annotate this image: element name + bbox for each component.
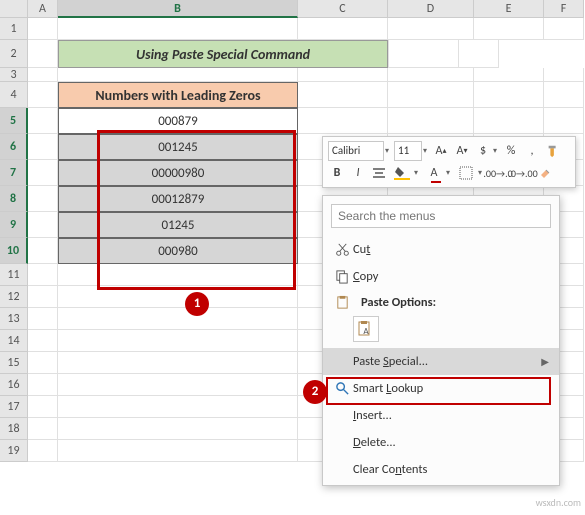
row-header[interactable]: 14 bbox=[0, 330, 28, 352]
title-cell[interactable]: Using Paste Special Command bbox=[58, 40, 388, 68]
menu-insert[interactable]: Insert... bbox=[323, 402, 559, 429]
paste-default-icon[interactable]: A bbox=[353, 316, 379, 342]
menu-label: Smart Lookup bbox=[353, 381, 549, 396]
menu-delete[interactable]: Delete... bbox=[323, 429, 559, 456]
font-color-icon[interactable]: A bbox=[423, 163, 445, 183]
menu-label: Insert... bbox=[353, 408, 549, 423]
currency-icon[interactable]: $ bbox=[474, 141, 492, 161]
row-header[interactable]: 15 bbox=[0, 352, 28, 374]
callout-badge-1: 1 bbox=[185, 292, 209, 316]
context-menu: Cut Copy Paste Options: A Paste Special.… bbox=[322, 195, 560, 486]
row-header[interactable]: 12 bbox=[0, 286, 28, 308]
data-cell[interactable]: 00012879 bbox=[58, 186, 298, 212]
row-header[interactable]: 17 bbox=[0, 396, 28, 418]
search-icon bbox=[331, 381, 353, 396]
font-size-select[interactable]: 11 bbox=[394, 141, 422, 161]
col-header-f[interactable]: F bbox=[544, 0, 584, 18]
mini-toolbar: Calibri▾ 11▾ A▴ A▾ $▾ % , B I ▾ A ▾ ▾ .0… bbox=[322, 136, 576, 188]
data-cell[interactable]: 000980 bbox=[58, 238, 298, 264]
row-header[interactable]: 4 bbox=[0, 82, 28, 108]
copy-icon bbox=[331, 269, 353, 284]
row-header[interactable]: 1 bbox=[0, 18, 28, 40]
menu-copy[interactable]: Copy bbox=[323, 263, 559, 290]
table-header-cell[interactable]: Numbers with Leading Zeros bbox=[58, 82, 298, 108]
row-header[interactable]: 13 bbox=[0, 308, 28, 330]
format-painter-icon[interactable] bbox=[544, 141, 562, 161]
percent-icon[interactable]: % bbox=[502, 141, 520, 161]
borders-icon[interactable] bbox=[455, 163, 477, 183]
increase-font-icon[interactable]: A▴ bbox=[432, 141, 450, 161]
data-cell[interactable]: 01245 bbox=[58, 212, 298, 238]
menu-search[interactable] bbox=[331, 204, 551, 228]
decrease-decimal-icon[interactable]: .00→.0 bbox=[487, 163, 509, 183]
col-header-a[interactable]: A bbox=[28, 0, 58, 18]
menu-label: Paste Options: bbox=[353, 295, 549, 310]
col-header-c[interactable]: C bbox=[298, 0, 388, 18]
align-center-icon[interactable] bbox=[370, 163, 388, 183]
row-header[interactable]: 16 bbox=[0, 374, 28, 396]
bold-button[interactable]: B bbox=[328, 163, 346, 183]
menu-smart-lookup[interactable]: Smart Lookup bbox=[323, 375, 559, 402]
data-cell[interactable]: 001245 bbox=[58, 134, 298, 160]
menu-label: Delete... bbox=[353, 435, 549, 450]
decrease-font-icon[interactable]: A▾ bbox=[453, 141, 471, 161]
row-header[interactable]: 10 bbox=[0, 238, 28, 264]
menu-label: Copy bbox=[353, 269, 549, 284]
col-header-d[interactable]: D bbox=[388, 0, 474, 18]
menu-paste-special[interactable]: Paste Special... ▶ bbox=[323, 348, 559, 375]
menu-label: Cut bbox=[353, 242, 549, 257]
row-header[interactable]: 7 bbox=[0, 160, 28, 186]
chevron-right-icon: ▶ bbox=[541, 355, 549, 368]
font-name-select[interactable]: Calibri bbox=[328, 141, 384, 161]
fill-color-icon[interactable] bbox=[391, 163, 413, 183]
comma-icon[interactable]: , bbox=[523, 141, 541, 161]
select-all-corner[interactable] bbox=[0, 0, 28, 18]
row-header[interactable]: 3 bbox=[0, 68, 28, 82]
data-cell[interactable]: 000879 bbox=[58, 108, 298, 134]
clear-format-icon[interactable] bbox=[537, 163, 555, 183]
menu-label: Clear Contents bbox=[353, 462, 549, 477]
scissors-icon bbox=[331, 242, 353, 257]
menu-paste-options-label: Paste Options: bbox=[323, 290, 559, 314]
data-cell[interactable]: 00000980 bbox=[58, 160, 298, 186]
clipboard-icon bbox=[331, 295, 353, 310]
menu-label: Paste Special... bbox=[353, 354, 541, 369]
row-header[interactable]: 9 bbox=[0, 212, 28, 238]
row-header[interactable]: 6 bbox=[0, 134, 28, 160]
row-header[interactable]: 5 bbox=[0, 108, 28, 134]
row-header[interactable]: 2 bbox=[0, 40, 28, 68]
row-header[interactable]: 18 bbox=[0, 418, 28, 440]
menu-cut[interactable]: Cut bbox=[323, 236, 559, 263]
menu-clear-contents[interactable]: Clear Contents bbox=[323, 456, 559, 483]
row-header[interactable]: 8 bbox=[0, 186, 28, 212]
menu-search-input[interactable] bbox=[331, 204, 551, 228]
callout-badge-2: 2 bbox=[303, 380, 327, 404]
row-header[interactable]: 19 bbox=[0, 440, 28, 462]
row-header[interactable]: 11 bbox=[0, 264, 28, 286]
italic-button[interactable]: I bbox=[349, 163, 367, 183]
watermark: wsxdn.com bbox=[536, 496, 581, 509]
col-header-b[interactable]: B bbox=[58, 0, 298, 18]
svg-text:A: A bbox=[363, 326, 369, 337]
increase-decimal-icon[interactable]: .0→.00 bbox=[512, 163, 534, 183]
col-header-e[interactable]: E bbox=[474, 0, 544, 18]
